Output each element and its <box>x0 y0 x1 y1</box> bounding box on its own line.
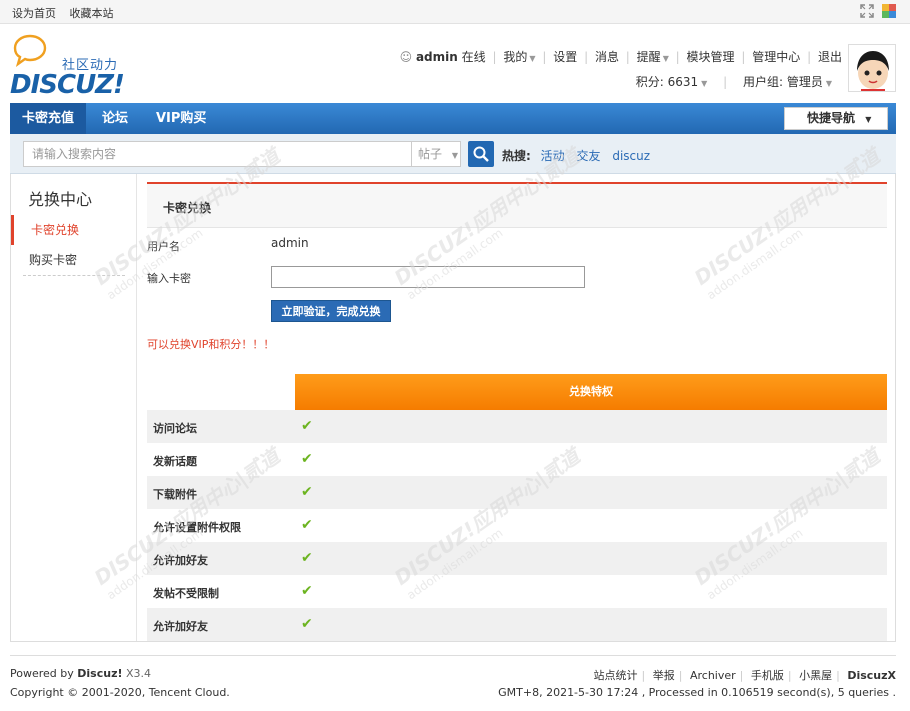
version: X3.4 <box>126 667 152 680</box>
footer-link-report[interactable]: 举报 <box>653 669 675 682</box>
hot-keyword[interactable]: discuz <box>612 149 650 163</box>
sidebar: 兑换中心 卡密兑换 购买卡密 <box>11 174 137 641</box>
card-code-input[interactable] <box>271 266 585 288</box>
hot-search-label: 热搜: <box>502 149 531 163</box>
footer-divider <box>10 655 896 656</box>
check-icon: ✔ <box>301 451 313 467</box>
footer-link-archiver[interactable]: Archiver <box>690 669 736 682</box>
chevron-down-icon: ▼ <box>701 79 708 88</box>
privilege-name: 允许设置附件权限 <box>153 521 241 534</box>
check-icon: ✔ <box>301 484 313 500</box>
credits-menu[interactable]: 积分: 6631 <box>636 75 698 89</box>
privilege-name: 允许加好友 <box>153 554 208 567</box>
notice-text: 可以兑换VIP和积分！！！ <box>147 338 275 351</box>
check-icon: ✔ <box>301 550 313 566</box>
powered-prefix: Powered by <box>10 667 74 680</box>
privilege-name: 访问论坛 <box>153 422 197 435</box>
reminders-menu[interactable]: 提醒 <box>637 50 661 64</box>
content-area: 兑换中心 卡密兑换 购买卡密 卡密兑换 用户名 admin 输入卡密 立即验证，… <box>10 174 896 642</box>
bookmark-link[interactable]: 收藏本站 <box>70 7 114 20</box>
powered-brand-link[interactable]: Discuz! <box>77 667 122 680</box>
search-button[interactable] <box>468 141 494 167</box>
search-icon <box>473 146 489 162</box>
site-logo[interactable]: 社区动力 DISCUZ! <box>10 34 140 100</box>
user-stats: 积分: 6631 ▼ | 用户组: 管理员 ▼ <box>635 75 832 89</box>
username-value: admin <box>271 236 309 250</box>
sidebar-item-buy-card[interactable]: 购买卡密 <box>11 245 136 275</box>
footer-brand-link[interactable]: DiscuzX <box>847 669 896 682</box>
privilege-row: 允许加好友 ✔ <box>147 542 887 575</box>
check-icon: ✔ <box>301 616 313 632</box>
footer-link-mobile[interactable]: 手机版 <box>751 669 784 682</box>
privilege-name: 发帖不受限制 <box>153 587 219 600</box>
check-icon: ✔ <box>301 418 313 434</box>
chevron-down-icon: ▼ <box>825 79 832 88</box>
copyright: Copyright © 2001-2020, Tencent Cloud. <box>10 686 230 699</box>
main-panel: 卡密兑换 用户名 admin 输入卡密 立即验证，完成兑换 可以兑换VIP和积分… <box>147 174 887 642</box>
footer-stats: GMT+8, 2021-5-30 17:24 , Processed in 0.… <box>498 686 896 699</box>
check-icon: ✔ <box>301 517 313 533</box>
caret-down-icon: ▼ <box>865 115 872 124</box>
user-icon: ☺ <box>399 50 413 64</box>
privilege-name: 允许加好友 <box>153 620 208 633</box>
panel-header: 卡密兑换 <box>147 182 887 228</box>
privilege-row: 允许加好友 ✔ <box>147 608 887 641</box>
my-menu[interactable]: 我的 <box>503 50 527 64</box>
nav-item-vip-purchase[interactable]: VIP购买 <box>144 103 218 134</box>
module-manage-link[interactable]: 模块管理 <box>687 50 735 64</box>
hot-keyword[interactable]: 交友 <box>576 149 600 163</box>
privilege-row: 发帖不受限制 ✔ <box>147 575 887 608</box>
footer-link-blackroom[interactable]: 小黑屋 <box>799 669 832 682</box>
privilege-name: 下载附件 <box>153 488 197 501</box>
footer-links: 站点统计 | 举报 | Archiver | 手机版 | 小黑屋 | DiscuzX <box>593 669 896 682</box>
username-label: 用户名 <box>147 240 180 253</box>
top-toolbar: 设为首页 收藏本站 <box>0 0 910 24</box>
avatar[interactable] <box>848 44 896 92</box>
messages-link[interactable]: 消息 <box>595 50 619 64</box>
chevron-down-icon: ▼ <box>662 54 669 63</box>
nav-item-card-recharge[interactable]: 卡密充值 <box>10 103 87 134</box>
footer-link-stats[interactable]: 站点统计 <box>594 669 638 682</box>
privilege-name: 发新话题 <box>153 455 197 468</box>
quick-nav-label: 快捷导航 <box>807 111 856 125</box>
settings-link[interactable]: 设置 <box>553 50 577 64</box>
logo-brand: DISCUZ! <box>10 70 125 100</box>
top-icons <box>860 4 896 18</box>
user-group-menu[interactable]: 用户组: 管理员 <box>743 75 823 89</box>
hot-keyword[interactable]: 活动 <box>541 149 565 163</box>
search-bar: 请输入搜索内容 帖子 ▼ 热搜: 活动 交友 discuz <box>10 134 896 174</box>
card-label: 输入卡密 <box>147 272 191 285</box>
hot-search: 热搜: 活动 交友 discuz <box>502 147 658 164</box>
username-link[interactable]: admin <box>416 50 458 64</box>
powered-by: Powered by Discuz! X3.4 <box>10 667 151 680</box>
sidebar-divider <box>23 275 125 276</box>
main-nav: 卡密充值 论坛 VIP购买 快捷导航 ▼ <box>10 103 896 134</box>
chevron-down-icon: ▼ <box>529 54 536 63</box>
privilege-row: 访问论坛 ✔ <box>147 410 887 443</box>
chevron-down-icon: ▼ <box>451 151 458 160</box>
online-status[interactable]: 在线 <box>462 50 486 64</box>
sidebar-title: 兑换中心 <box>28 190 93 209</box>
privilege-row: 允许设置附件权限 ✔ <box>147 509 887 542</box>
panel-title: 卡密兑换 <box>163 201 212 215</box>
style-switch-icon[interactable] <box>882 4 896 18</box>
search-type-label: 帖子 <box>418 147 443 161</box>
sidebar-item-card-redeem[interactable]: 卡密兑换 <box>11 215 136 245</box>
logo-bubble-icon <box>13 34 47 67</box>
check-icon: ✔ <box>301 583 313 599</box>
admin-center-link[interactable]: 管理中心 <box>752 50 800 64</box>
privilege-header: 兑换特权 <box>295 374 887 410</box>
privilege-row: 发新话题 ✔ <box>147 443 887 476</box>
fullscreen-icon[interactable] <box>860 4 874 18</box>
user-bar: ☺ admin 在线 | 我的 ▼ | 设置 | 消息 | 提醒 ▼ | 模块管理 … <box>399 50 842 64</box>
set-home-link[interactable]: 设为首页 <box>12 7 56 20</box>
logout-link[interactable]: 退出 <box>818 50 842 64</box>
search-input[interactable]: 请输入搜索内容 <box>23 141 411 167</box>
verify-redeem-button[interactable]: 立即验证，完成兑换 <box>271 300 391 322</box>
top-links: 设为首页 收藏本站 <box>12 5 124 21</box>
privilege-row: 下载附件 ✔ <box>147 476 887 509</box>
quick-nav-button[interactable]: 快捷导航 ▼ <box>784 107 888 130</box>
nav-item-forum[interactable]: 论坛 <box>90 103 140 134</box>
search-type-select[interactable]: 帖子 ▼ <box>411 141 461 167</box>
